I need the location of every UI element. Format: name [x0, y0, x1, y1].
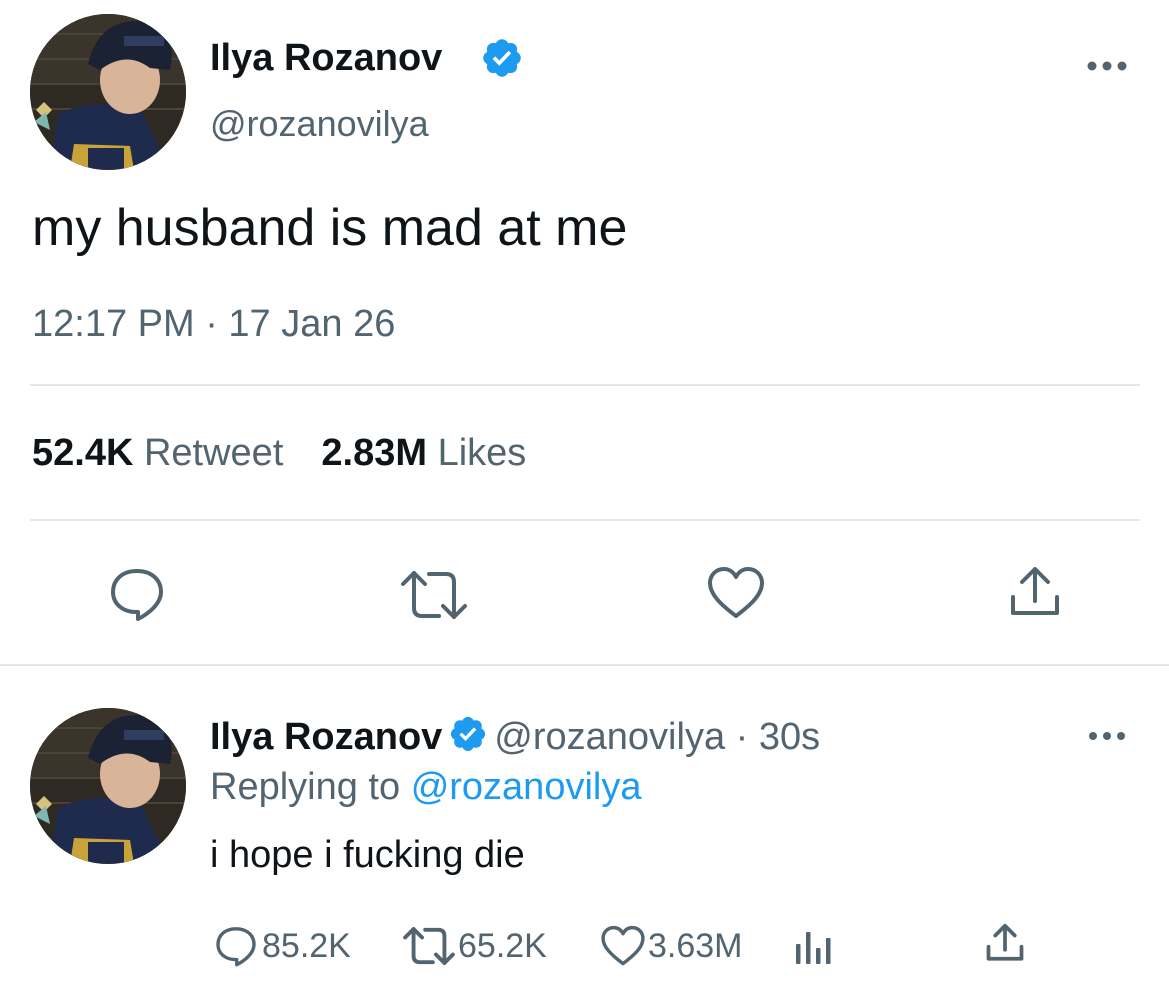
- replying-to-mention[interactable]: @rozanovilya: [411, 766, 642, 808]
- like-icon: [601, 925, 645, 966]
- author-name[interactable]: Ilya Rozanov: [210, 34, 442, 82]
- more-options-icon[interactable]: [1085, 56, 1129, 81]
- retweet-label[interactable]: Retweet: [144, 432, 283, 474]
- reply-retweet-count: 65.2K: [458, 927, 547, 965]
- reply-icon[interactable]: [108, 566, 166, 627]
- share-icon[interactable]: [984, 922, 1026, 969]
- divider: [0, 664, 1169, 666]
- reply-like-button[interactable]: 3.63M: [600, 924, 743, 968]
- more-options-icon[interactable]: [1087, 727, 1127, 750]
- reply-retweet-button[interactable]: 65.2K: [402, 924, 547, 968]
- meta-separator: ·: [735, 716, 749, 758]
- analytics-icon[interactable]: [793, 924, 835, 971]
- retweet-count[interactable]: 52.4K: [32, 432, 133, 474]
- author-handle[interactable]: @rozanovilya: [210, 102, 429, 146]
- retweet-icon: [403, 927, 455, 965]
- verified-badge-icon: [448, 714, 488, 767]
- reply-author-handle[interactable]: @rozanovilya: [494, 716, 725, 758]
- tweet-text: my husband is mad at me: [32, 199, 628, 257]
- verified-badge-icon: [480, 36, 524, 85]
- reply-avatar[interactable]: [30, 708, 186, 864]
- retweet-icon[interactable]: [399, 568, 469, 627]
- divider: [30, 384, 1140, 386]
- reply-icon: [216, 927, 256, 967]
- share-icon[interactable]: [1007, 565, 1063, 624]
- reply-like-count: 3.63M: [648, 927, 743, 965]
- main-avatar[interactable]: [30, 14, 186, 170]
- reply-header: Ilya Rozanov @rozanovilya · 30s: [210, 712, 820, 767]
- replying-to-label: Replying to: [210, 766, 401, 808]
- likes-label[interactable]: Likes: [438, 432, 527, 474]
- reply-author-name[interactable]: Ilya Rozanov: [210, 716, 442, 758]
- divider: [30, 519, 1140, 521]
- reply-reply-count: 85.2K: [262, 927, 351, 965]
- reply-text: i hope i fucking die: [210, 834, 525, 876]
- tweet-timestamp[interactable]: 12:17 PM · 17 Jan 26: [32, 300, 395, 348]
- like-icon[interactable]: [706, 566, 766, 625]
- reply-reply-button[interactable]: 85.2K: [214, 924, 351, 968]
- replying-to: Replying to @rozanovilya: [210, 762, 641, 812]
- reply-age[interactable]: 30s: [759, 716, 820, 758]
- likes-count[interactable]: 2.83M: [321, 432, 427, 474]
- tweet-stats: 52.4K Retweet 2.83M Likes: [32, 428, 526, 478]
